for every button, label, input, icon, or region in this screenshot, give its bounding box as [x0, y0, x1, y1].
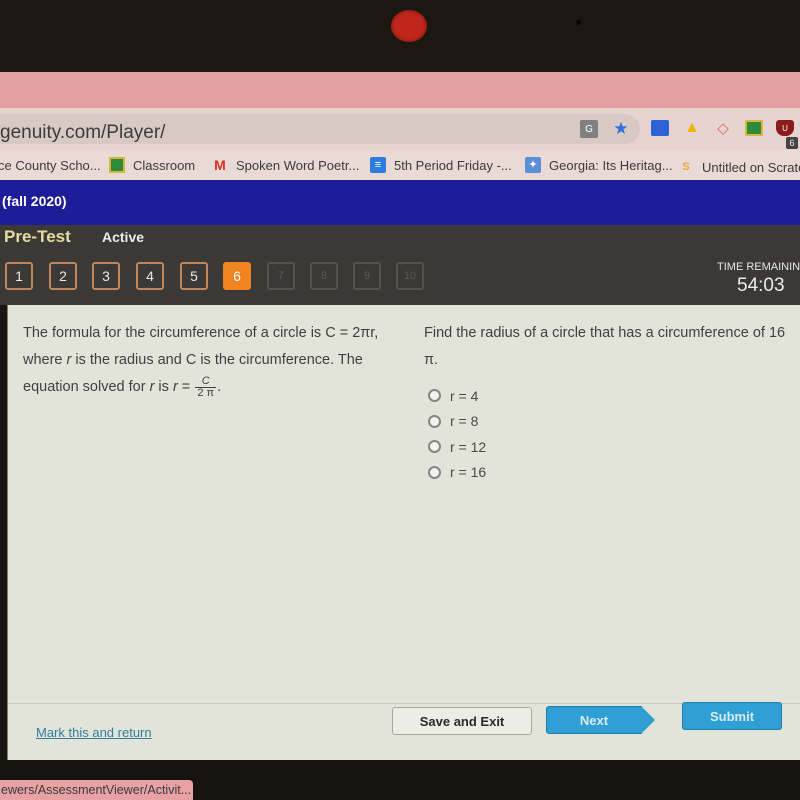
question-nav-6[interactable]: 6: [223, 262, 251, 290]
save-and-exit-button[interactable]: Save and Exit: [392, 707, 532, 735]
calendar-extension-icon[interactable]: [651, 120, 669, 136]
monitor-bezel: [0, 0, 800, 72]
question-nav-2[interactable]: 2: [49, 262, 77, 290]
scratch-icon: S: [682, 161, 690, 173]
mark-and-return-link[interactable]: Mark this and return: [36, 725, 152, 740]
question-nav-3[interactable]: 3: [92, 262, 120, 290]
option-label[interactable]: r = 8: [450, 413, 478, 429]
georgia-icon: ✦: [525, 157, 541, 173]
question-nav-4[interactable]: 4: [136, 262, 164, 290]
option-label[interactable]: r = 12: [450, 439, 486, 455]
question-nav-7: 7: [267, 262, 295, 290]
test-name: Pre-Test: [4, 227, 71, 246]
bookmark-spoken-word[interactable]: M Spoken Word Poetr...: [212, 154, 359, 176]
question-prompt: Find the radius of a circle that has a c…: [424, 320, 794, 374]
bookmark-label: Georgia: Its Heritag...: [549, 157, 673, 173]
address-url[interactable]: genuity.com/Player/: [0, 122, 165, 144]
docs-icon: ≡: [370, 157, 386, 173]
context-text: is: [154, 379, 173, 395]
ambient-sensor: [576, 20, 581, 25]
ublock-shield-icon[interactable]: U: [776, 120, 794, 136]
test-header: Pre-Test Active 1 2 3 4 5 6 7 8 9 10 TIM…: [0, 225, 800, 305]
equals-sign: =: [177, 379, 195, 395]
context-text: is the radius and C is the circumference…: [71, 352, 363, 368]
option-label[interactable]: r = 16: [450, 464, 486, 480]
time-remaining-value: 54:03: [737, 275, 785, 296]
bookmarks-bar: ce County Scho... Classroom M Spoken Wor…: [0, 150, 800, 180]
course-header: (fall 2020): [0, 180, 800, 225]
webcam-cover: [391, 10, 427, 42]
cast-extension-icon[interactable]: ◇: [714, 120, 732, 137]
submit-button[interactable]: Submit: [682, 702, 782, 730]
prompt-text: π.: [424, 352, 439, 368]
context-text: The formula for the circumference of a c…: [23, 325, 326, 341]
test-status: Active: [102, 229, 145, 245]
bookmark-star-icon[interactable]: ★: [612, 119, 630, 138]
bookmark-classroom[interactable]: Classroom: [109, 154, 195, 176]
bookmark-label: 5th Period Friday -...: [394, 157, 512, 173]
next-button[interactable]: Next: [546, 706, 642, 734]
answer-option[interactable]: r = 4: [428, 383, 486, 409]
question-nav-1[interactable]: 1: [5, 262, 33, 290]
radio-button[interactable]: [428, 465, 441, 479]
radio-button[interactable]: [428, 414, 441, 428]
classroom-icon: [109, 157, 125, 173]
translate-icon[interactable]: G: [580, 120, 598, 138]
formula-text: C = 2πr,: [325, 325, 379, 341]
bookmark-label: Spoken Word Poetr...: [236, 157, 360, 173]
next-arrow-icon[interactable]: [641, 706, 655, 734]
bookmark-label: Untitled on Scratch: [702, 159, 800, 175]
course-title: (fall 2020): [2, 193, 67, 209]
browser-toolbar: genuity.com/Player/ G ★ ▲ ◇ U: [0, 108, 800, 150]
question-context: The formula for the circumference of a c…: [23, 320, 403, 401]
option-label[interactable]: r = 4: [450, 388, 478, 404]
bookmark-scratch[interactable]: S Untitled on Scratch: [678, 156, 800, 178]
fraction-denominator: 2 π: [197, 386, 215, 399]
radio-button[interactable]: [428, 389, 441, 403]
address-bar[interactable]: genuity.com/Player/: [0, 114, 640, 144]
time-remaining-label: TIME REMAINING: [717, 261, 800, 273]
bookmark-georgia[interactable]: ✦ Georgia: Its Heritag...: [525, 154, 673, 176]
fraction-numerator: C: [195, 375, 217, 388]
bookmark-label: ce County Scho...: [0, 157, 101, 173]
gmail-icon: M: [214, 157, 226, 173]
bookmark-label: Classroom: [133, 157, 196, 173]
answer-option[interactable]: r = 16: [428, 460, 486, 486]
question-nav-9: 9: [353, 262, 381, 290]
answer-options: r = 4 r = 8 r = 12 r = 16: [428, 383, 486, 485]
answer-option[interactable]: r = 12: [428, 434, 486, 460]
radio-button[interactable]: [428, 440, 441, 454]
prompt-text: Find the radius of a circle that has a c…: [424, 325, 786, 341]
answer-option[interactable]: r = 8: [428, 409, 486, 435]
browser-tab-strip: [0, 72, 800, 108]
question-panel: The formula for the circumference of a c…: [7, 305, 800, 760]
fraction-c-over-2pi: C2 π: [195, 375, 217, 399]
question-nav-10: 10: [396, 262, 424, 290]
google-classroom-icon[interactable]: [745, 120, 763, 136]
question-nav-8: 8: [310, 262, 338, 290]
context-text: where: [23, 352, 67, 368]
bookmark-5th-period[interactable]: ≡ 5th Period Friday -...: [370, 154, 512, 176]
question-nav-5[interactable]: 5: [180, 262, 208, 290]
google-drive-icon[interactable]: ▲: [683, 119, 701, 136]
ublock-badge: 6: [786, 137, 798, 149]
link-status-bubble: ewers/AssessmentViewer/Activit...: [0, 780, 193, 800]
bookmark-county-school[interactable]: ce County Scho...: [0, 154, 101, 176]
context-text: equation solved for: [23, 379, 150, 395]
period: .: [217, 379, 222, 395]
